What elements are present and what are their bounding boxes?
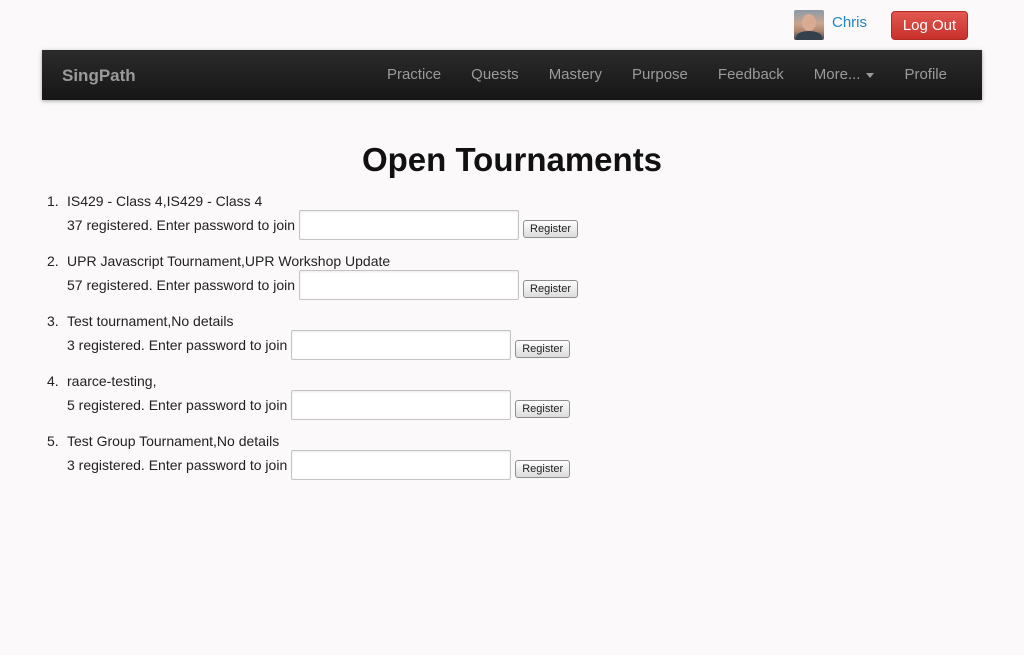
password-input[interactable] [299,210,520,240]
nav-more-label: More... [813,66,861,83]
logout-button[interactable]: Log Out [891,11,968,40]
register-button[interactable]: Register [523,280,578,298]
nav-purpose[interactable]: Purpose [617,50,703,100]
nav-feedback-label: Feedback [717,66,784,83]
tournament-number: 2. [47,253,59,269]
avatar[interactable] [794,10,824,40]
join-row: 5 registered. Enter password to join Regi… [67,390,571,420]
page-title: Open Tournaments [361,141,663,178]
register-button[interactable]: Register [523,220,578,238]
password-input[interactable] [291,450,512,480]
caret-down-icon [866,72,875,78]
register-button[interactable]: Register [515,340,571,358]
nav-purpose-label: Purpose [632,66,688,83]
nav-feedback[interactable]: Feedback [703,50,799,100]
nav-profile-label: Profile [904,66,947,83]
password-input[interactable] [291,330,512,360]
nav-mastery[interactable]: Mastery [534,50,617,100]
register-button[interactable]: Register [515,460,571,478]
join-row: 3 registered. Enter password to join Regi… [67,450,571,480]
password-input[interactable] [299,270,520,300]
join-row: 57 registered. Enter password to join Reg… [67,270,578,300]
nav-profile[interactable]: Profile [889,50,962,100]
password-input[interactable] [291,390,512,420]
tournament-number: 1. [47,193,59,209]
registration-info: 3 registered. Enter password to join [67,337,288,353]
registration-info: 5 registered. Enter password to join [67,397,288,413]
tournament-name: raarce-testing, [67,373,157,389]
nav-quests-label: Quests [471,66,519,83]
nav-practice[interactable]: Practice [372,50,456,100]
registration-info: 57 registered. Enter password to join [67,277,296,293]
tournament-name: Test Group Tournament,No details [67,433,280,449]
tournament-number: 3. [47,313,59,329]
nav-quests[interactable]: Quests [456,50,534,100]
tournament-name: Test tournament,No details [67,313,234,329]
registration-info: 37 registered. Enter password to join [67,217,296,233]
nav-practice-label: Practice [386,66,442,83]
tournament-name: UPR Javascript Tournament,UPR Workshop U… [67,253,391,269]
tournament-name: IS429 - Class 4,IS429 - Class 4 [67,193,263,209]
brand-logo[interactable]: SingPath [62,66,136,86]
avatar-face [802,14,816,31]
navbar: SingPath Practice Quests Mastery Purpose Fee… [42,50,982,100]
username-link[interactable]: Chris [832,14,867,31]
nav-more[interactable]: More... [799,50,890,100]
registration-info: 3 registered. Enter password to join [67,457,288,473]
tournament-number: 4. [47,373,59,389]
join-row: 3 registered. Enter password to join Regi… [67,330,571,360]
register-button[interactable]: Register [515,400,571,418]
join-row: 37 registered. Enter password to join Reg… [67,210,578,240]
nav-menu: Practice Quests Mastery Purpose Feedback More… [372,50,962,100]
nav-mastery-label: Mastery [548,66,603,83]
avatar-shoulders [796,31,822,40]
tournament-number: 5. [47,433,59,449]
